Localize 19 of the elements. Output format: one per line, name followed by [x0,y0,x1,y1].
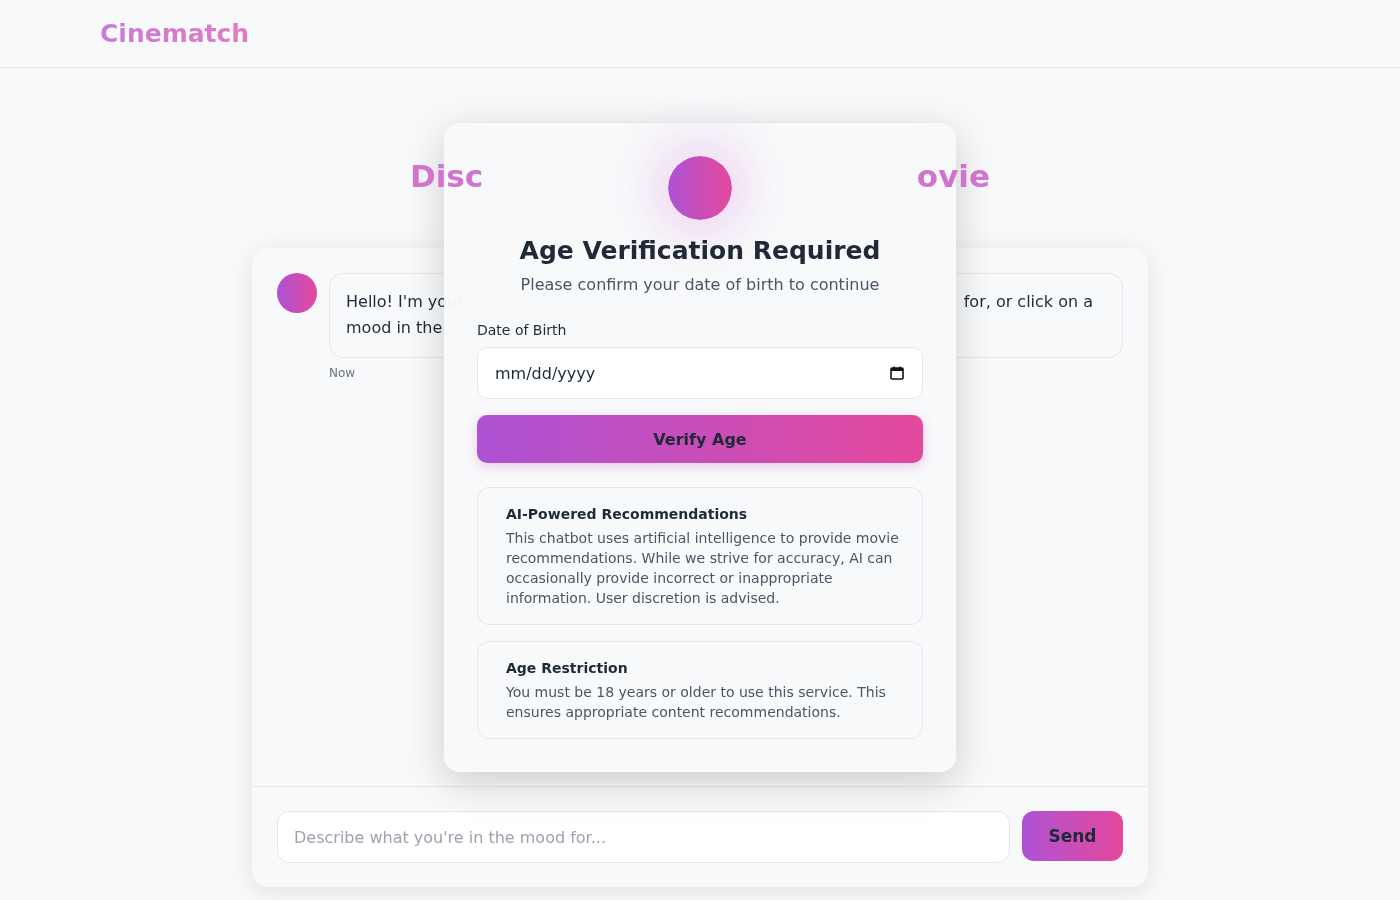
send-button[interactable]: Send [1022,811,1123,861]
verify-button[interactable]: Verify Age [477,415,923,463]
message-text: for, or click on a [963,291,1093,313]
notice-title: AI-Powered Recommendations [506,506,749,522]
message-text: mood in the [346,317,443,339]
notice-title: Age Restriction [506,660,629,676]
notice-text: This chatbot uses artificial intelligence to provide movie recommendations. While we strive for accuracy, AI can occasionally provide incorrect or inappropriate information. User discretion is advised. [506,529,900,608]
calendar-icon[interactable] [890,366,904,380]
message-input[interactable]: Describe what you're in the mood for... [277,811,1010,863]
message-time: Now [329,366,356,380]
bot-avatar-icon [277,273,317,313]
field-label: Date of Birth [477,322,568,338]
date-field[interactable]: mm/dd/yyyy [477,347,923,399]
dialog-subtitle: Please confirm your date of birth to continue [519,275,881,294]
dialog-title: Age Verification Required [518,236,882,265]
notice-text: You must be 18 years or older to use this service. This ensures appropriate content recommendations. [506,683,887,722]
page-heading: ovie [916,158,990,194]
page-heading: Disc [410,158,484,194]
avatar-icon [668,156,732,220]
